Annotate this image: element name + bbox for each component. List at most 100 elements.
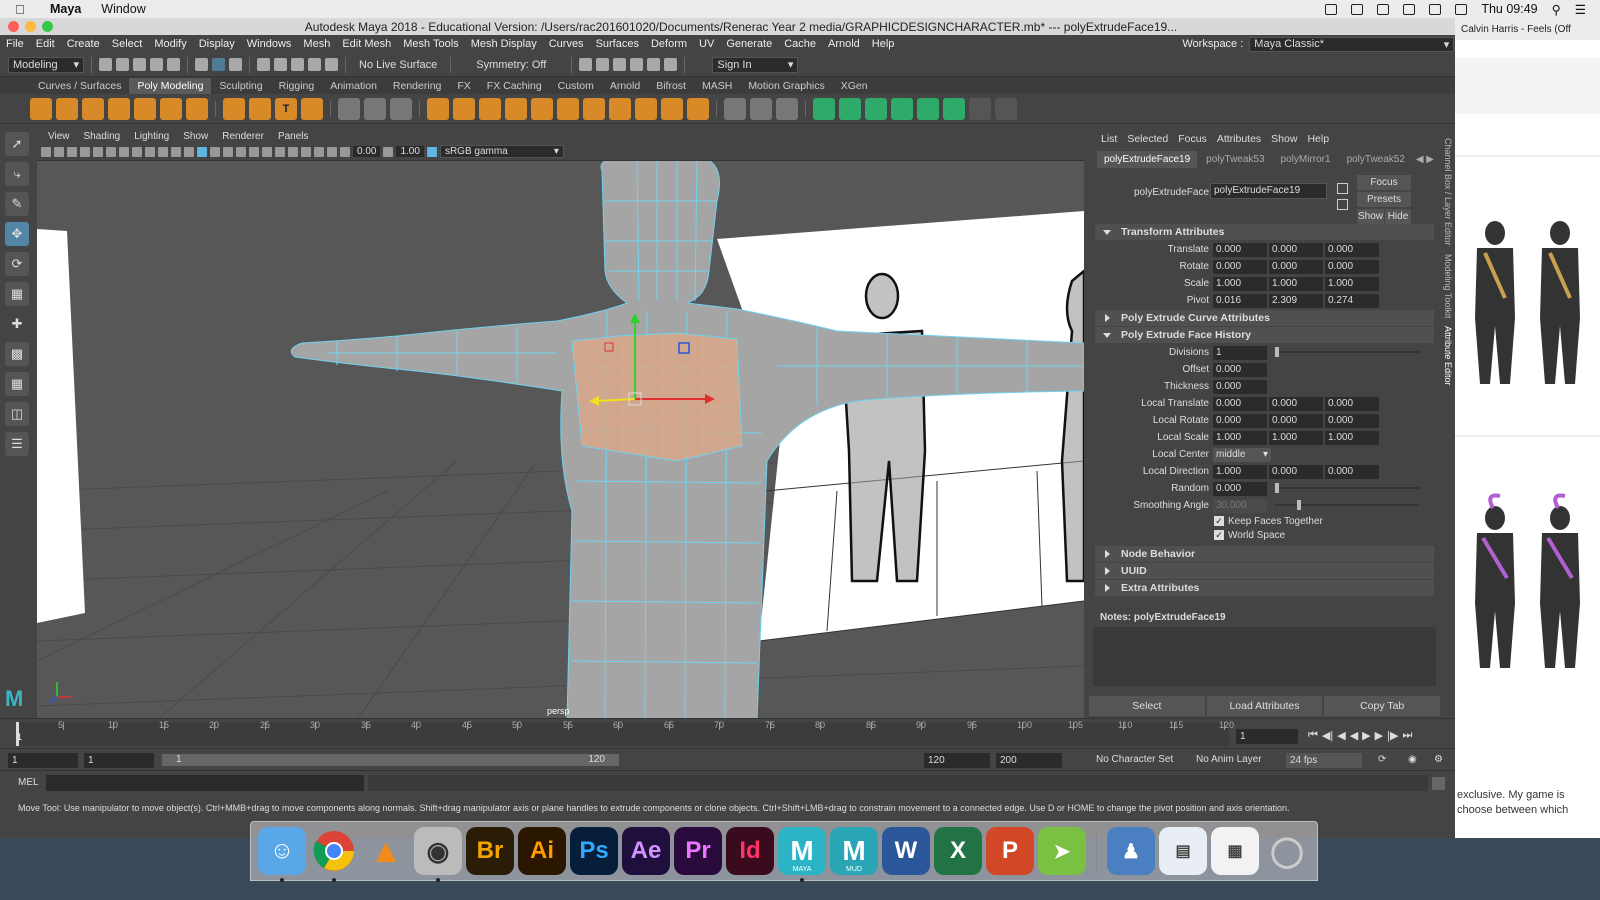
camera-attributes-icon[interactable] (54, 146, 64, 157)
quad-draw-icon[interactable] (687, 97, 709, 120)
menu-arnold[interactable]: Arnold (822, 38, 866, 50)
clock[interactable]: Thu 09:49 (1481, 2, 1537, 16)
shelf-tab-fx-caching[interactable]: FX Caching (479, 78, 550, 94)
lasso-tool-icon[interactable]: ⤷ (5, 162, 29, 186)
mudbox-app-icon[interactable]: M MUD (830, 827, 878, 875)
uv-editor-icon[interactable] (917, 97, 939, 120)
planar-uv-icon[interactable] (813, 97, 835, 120)
scene-end-field[interactable]: 200 (996, 753, 1062, 768)
load-attributes-button[interactable]: Load Attributes (1206, 696, 1323, 716)
view-transform-dropdown[interactable]: sRGB gamma ▾ (439, 145, 564, 158)
illustrator-app-icon[interactable]: Ai (518, 827, 566, 875)
rotate-y-field[interactable]: 0.000 (1269, 259, 1323, 274)
shadows-icon[interactable] (236, 146, 246, 157)
snap-point-icon[interactable] (291, 58, 304, 71)
offset-edge-loop-icon[interactable] (750, 97, 772, 120)
menu-windows[interactable]: Windows (241, 38, 298, 50)
fill-hole-icon[interactable] (557, 97, 579, 120)
attr-menu-selected[interactable]: Selected (1122, 133, 1173, 145)
status-icon[interactable] (1325, 3, 1338, 15)
rotate-z-field[interactable]: 0.000 (1325, 259, 1379, 274)
move-tool-icon[interactable]: ✥ (5, 222, 29, 246)
node-name-field[interactable]: polyExtrudeFace19 (1210, 183, 1327, 199)
section-poly-extrude-face-history[interactable]: Poly Extrude Face History (1095, 327, 1434, 343)
node-tab-polyextrudeface19[interactable]: polyExtrudeFace19 (1097, 150, 1198, 168)
platonic-solid-icon[interactable] (223, 97, 245, 120)
input-output-icon[interactable] (1337, 199, 1348, 210)
background-tab-title[interactable]: Calvin Harris - Feels (Off (1455, 18, 1600, 40)
multi-cut-icon[interactable] (609, 97, 631, 120)
creative-cloud-icon[interactable] (1377, 3, 1390, 15)
smooth-icon[interactable] (390, 97, 412, 120)
target-weld-icon[interactable] (635, 97, 657, 120)
go-to-start-icon[interactable]: ⏮ (1308, 729, 1318, 742)
show-button[interactable]: Show (1357, 209, 1384, 224)
pivot-y-field[interactable]: 2.309 (1269, 293, 1323, 308)
chrome-icon[interactable] (310, 827, 358, 882)
menu-mesh[interactable]: Mesh (297, 38, 336, 50)
play-forwards-icon[interactable]: ▶ (1362, 729, 1370, 742)
attr-menu-show[interactable]: Show (1266, 133, 1302, 145)
pivot-z-field[interactable]: 0.274 (1325, 293, 1379, 308)
vp-menu-lighting[interactable]: Lighting (127, 131, 176, 142)
local-center-dropdown[interactable]: middle ▾ (1213, 447, 1271, 462)
snap-curve-icon[interactable] (274, 58, 287, 71)
smooth-shade-icon[interactable] (197, 146, 207, 157)
local-rotate-x-field[interactable]: 0.000 (1213, 413, 1267, 428)
outliner-layout-icon[interactable]: ☰ (5, 432, 29, 456)
shelf-tab-arnold[interactable]: Arnold (602, 78, 648, 94)
photoshop-app-icon[interactable]: Ps (570, 827, 618, 875)
workspace-dropdown[interactable]: Maya Classic* ▾ (1249, 36, 1455, 52)
section-node-behavior[interactable]: Node Behavior (1095, 546, 1434, 562)
time-ruler[interactable]: 1 5 10 15 20 25 30 35 40 45 50 55 60 65 … (16, 720, 1234, 746)
step-forward-frame-icon[interactable]: |▶ (1387, 729, 1398, 742)
menu-create[interactable]: Create (61, 38, 106, 50)
isolate-select-icon[interactable] (301, 146, 311, 157)
loop-icon[interactable]: ⟳ (1378, 754, 1386, 765)
indesign-app-icon[interactable]: Id (726, 827, 774, 875)
section-transform-attributes[interactable]: Transform Attributes (1095, 224, 1434, 240)
connect-icon[interactable] (661, 97, 683, 120)
translate-y-field[interactable]: 0.000 (1269, 242, 1323, 257)
local-direction-z-field[interactable]: 0.000 (1325, 464, 1379, 479)
local-rotate-y-field[interactable]: 0.000 (1269, 413, 1323, 428)
poly-cylinder-icon[interactable] (82, 97, 104, 120)
vp-menu-view[interactable]: View (41, 131, 77, 142)
eject-icon[interactable] (1455, 3, 1468, 15)
xray-joints-icon[interactable] (327, 146, 337, 157)
node-tab-polytweak53[interactable]: polyTweak53 (1199, 151, 1271, 168)
textured-icon[interactable] (210, 146, 220, 157)
local-direction-y-field[interactable]: 0.000 (1269, 464, 1323, 479)
scale-z-field[interactable]: 1.000 (1325, 276, 1379, 291)
playback-end-field[interactable]: 120 (924, 753, 990, 768)
arnold-render-icon[interactable] (664, 58, 678, 71)
live-surface-label[interactable]: No Live Surface (353, 59, 443, 71)
shelf-tab-poly-modeling[interactable]: Poly Modeling (129, 78, 212, 94)
local-scale-x-field[interactable]: 1.000 (1213, 430, 1267, 445)
vlc-icon[interactable]: ▲ (362, 827, 410, 875)
script-editor-icon[interactable] (1432, 777, 1445, 790)
film-gate-icon[interactable] (106, 146, 116, 157)
spotlight-icon[interactable]: ⚲ (1552, 2, 1561, 17)
local-rotate-z-field[interactable]: 0.000 (1325, 413, 1379, 428)
snap-surface-icon[interactable] (325, 58, 338, 71)
menu-mesh-display[interactable]: Mesh Display (465, 38, 543, 50)
menu-surfaces[interactable]: Surfaces (590, 38, 645, 50)
open-scene-icon[interactable] (116, 58, 129, 71)
combine-icon[interactable] (338, 97, 360, 120)
menu-help[interactable]: Help (866, 38, 901, 50)
spherical-uv-icon[interactable] (865, 97, 887, 120)
step-back-frame-icon[interactable]: ◀| (1322, 729, 1333, 742)
single-view-layout-icon[interactable]: ▩ (5, 342, 29, 366)
insert-edge-loop-icon[interactable] (724, 97, 746, 120)
menu-set-dropdown[interactable]: Modeling ▾ (8, 56, 84, 73)
menu-generate[interactable]: Generate (720, 38, 778, 50)
node-tab-polymirror1[interactable]: polyMirror1 (1274, 151, 1338, 168)
shelf-tab-curves-surfaces[interactable]: Curves / Surfaces (30, 78, 129, 94)
select-component-icon[interactable] (229, 58, 242, 71)
random-field[interactable]: 0.000 (1213, 481, 1267, 496)
airplay-icon[interactable] (1429, 3, 1442, 15)
menu-modify[interactable]: Modify (148, 38, 192, 50)
downloads-stack-icon[interactable]: ▦ (1211, 827, 1259, 875)
lights-icon[interactable] (223, 146, 233, 157)
